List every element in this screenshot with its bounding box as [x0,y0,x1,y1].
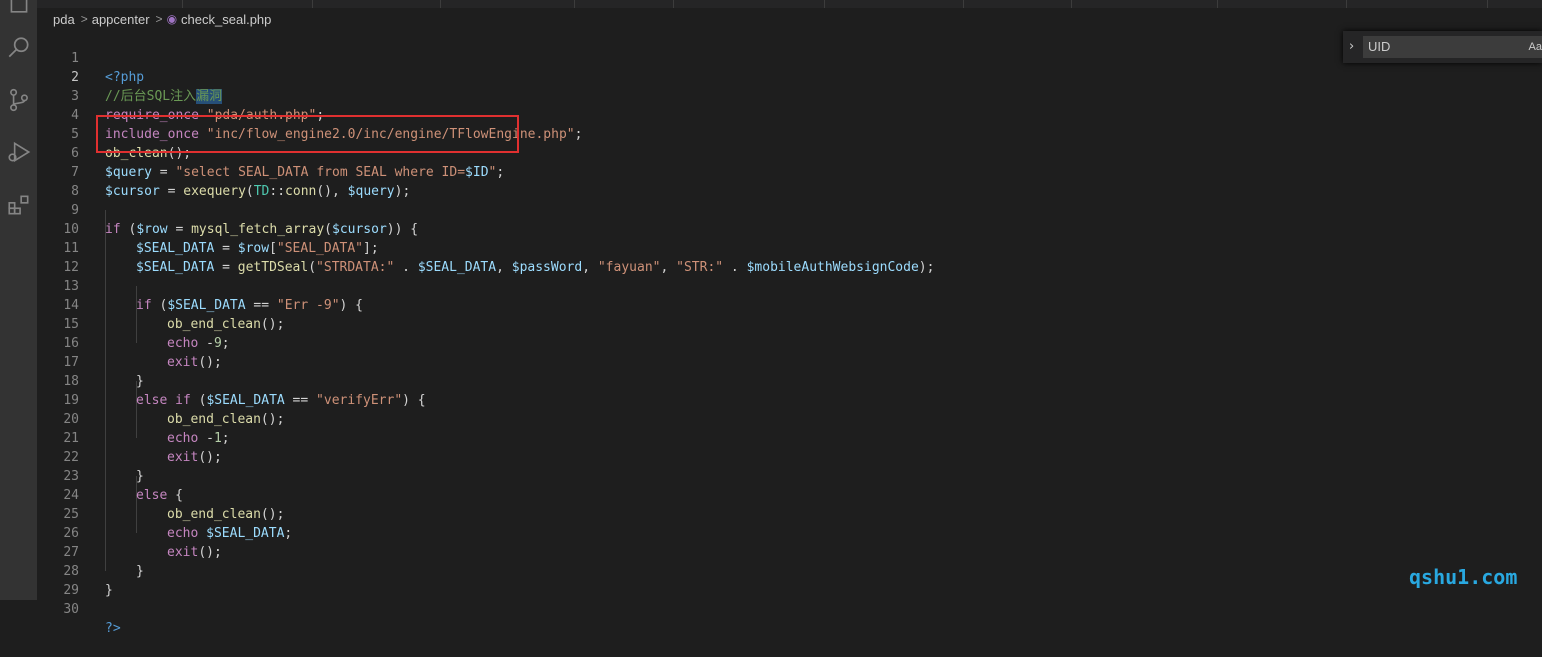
extensions-icon[interactable] [0,185,37,225]
code-line: 12 [37,239,1542,275]
code-line: 22 } [37,429,1542,484]
run-debug-icon[interactable] [0,132,37,172]
chevron-right-icon[interactable]: › [1349,39,1354,54]
code-line: 30 ?> [37,581,1542,636]
match-case-toggle[interactable]: Aa [1529,36,1542,58]
code-line: 17 } [37,334,1542,389]
search-icon[interactable] [0,28,37,68]
explorer-icon[interactable] [0,0,37,22]
code-line: 20 echo -1; [37,391,1542,446]
breadcrumb: pda > appcenter > ◉ check_seal.php [37,8,1542,30]
breadcrumb-folder-appcenter[interactable]: appcenter [92,12,150,27]
activity-bar [0,0,37,600]
breadcrumb-folder-pda[interactable]: pda [53,12,75,27]
code-line: 18 else if ($SEAL_DATA == "verifyErr") { [37,353,1542,408]
code-line: 25 echo $SEAL_DATA; [37,486,1542,541]
code-line: 3 require_once "pda/auth.php"; [37,68,1542,123]
code-line: 23 else { [37,448,1542,503]
highlight-box [96,115,519,153]
code-line: 8 [37,163,1542,199]
find-widget: › UID Aa [1343,31,1542,63]
code-line: 21 exit(); [37,410,1542,465]
code-line: 16 exit(); [37,315,1542,370]
code-line: 11 $SEAL_DATA = getTDSeal("STRDATA:" . $… [37,220,1542,275]
chevron-right-icon: > [155,12,163,26]
code-line: 2 //后台SQL注入漏洞 [37,49,1542,104]
source-control-icon[interactable] [0,80,37,120]
code-line: 24 ob_end_clean(); [37,467,1542,522]
tab-strip [37,0,1542,8]
code-line: 15 echo -9; [37,296,1542,351]
watermark: qshu1.com [1409,565,1518,589]
code-line: 10 $SEAL_DATA = $row["SEAL_DATA"]; [37,201,1542,256]
code-line: 1 <?php [37,30,1542,85]
find-input[interactable]: UID Aa [1363,36,1542,58]
code-line: 28 } [37,543,1542,598]
code-line: 19 ob_end_clean(); [37,372,1542,427]
code-line: 4 include_once "inc/flow_engine2.0/inc/e… [37,87,1542,142]
php-file-icon: ◉ [166,12,178,26]
code-line: 13 if ($SEAL_DATA == "Err -9") { [37,258,1542,313]
code-line: 27 } [37,524,1542,579]
chevron-right-icon: > [80,12,88,26]
code-line: 29 [37,562,1542,598]
line-number: 30 [63,602,79,617]
code-line: 9 if ($row = mysql_fetch_array($cursor))… [37,182,1542,237]
code-line: 14 ob_end_clean(); [37,277,1542,332]
breadcrumb-file[interactable]: check_seal.php [181,12,271,27]
code-line: 26 exit(); [37,505,1542,560]
